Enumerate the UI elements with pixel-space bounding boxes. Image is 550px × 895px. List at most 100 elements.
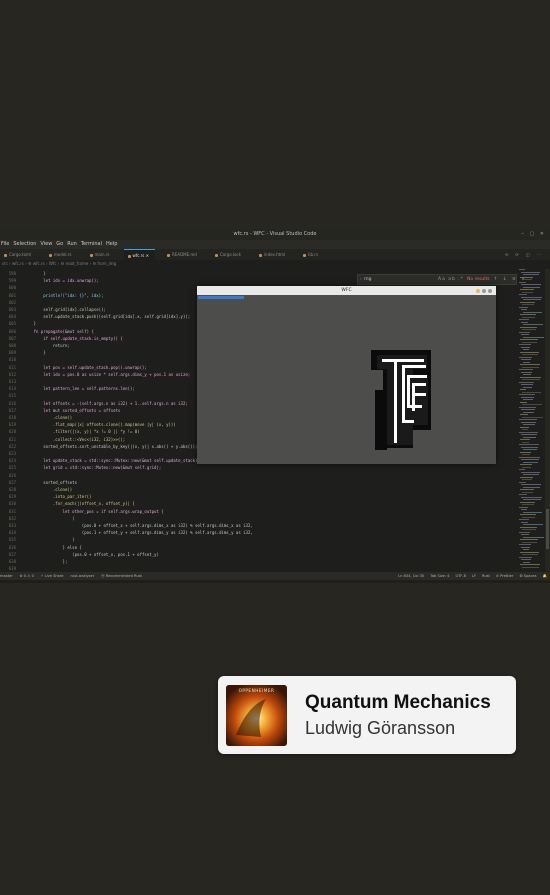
line-source: self.update_stack.push((self.grid[idx].x… [24,314,191,320]
status-prettier[interactable]: ⊘ Prettier [496,574,513,578]
minimap-line [523,511,542,513]
minimap-line [520,314,536,315]
minimap-line [521,471,540,473]
minimap-line [520,339,538,340]
minimap-line [520,326,537,328]
minimap-line [522,491,533,493]
line-source: println!("idx: {}", idx); [24,292,104,298]
minimap-line [523,286,540,288]
minimap-line [521,446,538,448]
minimap-line [523,436,536,438]
minimap-line [522,441,529,443]
minimap-line [522,504,534,505]
minimap-line [523,486,540,488]
status-rust-analyzer[interactable]: rust-analyzer [70,574,94,578]
minimap-line [522,404,542,405]
menu-view[interactable]: View [40,241,52,247]
track-title: Quantum Mechanics [305,692,491,713]
window-titlebar: wfc.rs - WFC - Visual Studio Code – ▢ ✕ [0,229,550,240]
status-bar: master ⊗ 0 ⚠ 0 ⚡ Live Share rust-analyzer ⦿ … [0,572,550,580]
minimap-line [520,501,535,503]
editor-actions[interactable]: ⟲ ⟳ ◫ ⋯ [505,249,544,260]
minimap-line [519,381,534,383]
file-icon [89,253,93,257]
breadcrumb[interactable]: src › wfc.rs › ⚙ wfc.rs › Wfc › ⚙ read_f… [0,260,362,268]
minimap-line [522,541,537,543]
tab-lib-rs[interactable]: lib.rs [299,249,324,260]
tab-index-html[interactable]: index.html [255,249,291,260]
menu-file[interactable]: File [1,241,9,247]
minimap[interactable] [519,269,545,571]
status-eol[interactable]: LF [472,574,476,578]
find-input[interactable]: rng [364,275,438,284]
minimap-line [521,309,527,310]
status-spaces[interactable]: ⚙ Spaces [519,574,536,578]
minimap-line [520,401,527,403]
minimap-line [519,406,536,408]
find-options[interactable]: Aa ab .* [438,277,464,282]
line-source: let idx = pos.0 as usize * self.args.dim… [24,371,191,377]
status-encoding[interactable]: UTF-8 [455,574,465,578]
minimap-line [520,464,532,465]
line-source: } [24,350,46,356]
close-icon[interactable] [488,289,492,293]
menu-terminal[interactable]: Terminal [81,241,102,247]
menu-selection[interactable]: Selection [13,241,36,247]
minimap-line [523,274,539,275]
tab-wfc-rs[interactable]: wfc.rs ✕ [123,249,156,260]
file-icon [258,253,262,257]
tab-label: Cargo.toml [9,252,32,257]
minimap-line [523,349,529,350]
album-art[interactable]: OPPENHEIMER [226,685,287,746]
bell-icon[interactable]: 🔔 [543,574,547,578]
minimap-line [523,399,533,400]
minimap-line [523,499,541,500]
tab-label: index.html [263,252,286,257]
status-language[interactable]: Rust [482,574,490,578]
maximize-icon[interactable] [482,289,486,293]
minimap-line [520,414,528,415]
minimap-line [519,469,525,470]
minimap-line [521,459,539,460]
tab-model-rs[interactable]: model.rs [45,249,77,260]
file-icon [127,254,131,258]
minimap-line [522,479,532,480]
minimap-line [522,566,539,568]
close-icon[interactable]: ✕ [146,253,149,258]
wfc-window-titlebar[interactable]: WFC [197,286,496,295]
scrollbar-thumb[interactable] [546,509,549,549]
minimap-line [520,276,533,278]
status-recommended[interactable]: ⦿ Recommended Rust [101,574,142,578]
tab-cargo-lock[interactable]: Cargo.lock [211,249,247,260]
minimap-line [519,494,527,495]
status-tab-size[interactable]: Tab Size: 4 [430,574,449,578]
now-playing-card[interactable]: OPPENHEIMER Quantum Mechanics Ludwig Gör… [218,676,516,754]
tab-main-rs[interactable]: main.rs [86,249,116,260]
file-icon [49,253,53,257]
tab-cargo-toml[interactable]: Cargo.toml [0,249,37,260]
tab-label: wfc.rs [132,253,145,258]
vertical-scrollbar[interactable] [545,269,550,571]
minimap-line [520,376,541,378]
menu-run[interactable]: Run [67,241,77,247]
window-controls[interactable]: – ▢ ✕ [521,229,546,240]
status-live-share[interactable]: ⚡ Live Share [41,574,64,578]
minimap-line [523,449,537,450]
minimize-icon[interactable] [476,289,480,293]
minimap-line [523,299,541,300]
line-source: let pattern_len = self.patterns.len(); [24,386,135,392]
status-problems[interactable]: ⊗ 0 ⚠ 0 [20,574,34,578]
line-source: let idx = idx.unwrap(); [24,278,99,284]
minimap-line [522,316,535,318]
minimap-line [521,271,540,273]
wfc-output-window[interactable]: WFC [197,286,496,464]
menu-help[interactable]: Help [106,241,117,247]
status-branch[interactable]: master [0,574,13,578]
tab-readme[interactable]: README.md [163,249,203,260]
minimap-line [522,554,538,555]
track-artist: Ludwig Göransson [305,718,456,738]
menu-go[interactable]: Go [56,241,63,247]
status-cursor-position[interactable]: Ln 634, Col 35 [398,574,424,578]
minimap-line [522,454,530,455]
minimap-line [523,311,542,313]
